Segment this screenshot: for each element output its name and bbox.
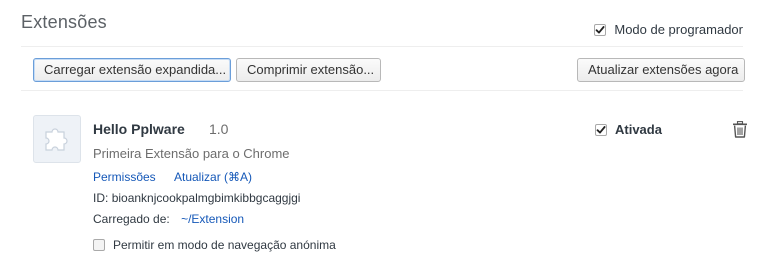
incognito-label: Permitir em modo de navegação anónima (113, 238, 336, 252)
developer-mode-toggle[interactable]: Modo de programador (594, 22, 743, 37)
developer-mode-label: Modo de programador (614, 22, 743, 37)
extension-id-value: bioanknjcookpalmgbimkibbgcaggjgi (111, 191, 301, 205)
permissions-link[interactable]: Permissões (93, 170, 156, 184)
toolbar-divider (21, 90, 743, 91)
extension-id: ID: bioanknjcookpalmgbimkibbgcaggjgi (93, 191, 300, 205)
loaded-from-path-link[interactable]: ~/Extension (181, 212, 244, 226)
update-extensions-button[interactable]: Atualizar extensões agora (577, 58, 745, 82)
enabled-label: Ativada (615, 122, 662, 137)
enabled-checkbox[interactable] (595, 123, 607, 136)
extension-description: Primeira Extensão para o Chrome (93, 146, 290, 161)
developer-mode-checkbox[interactable] (594, 23, 607, 36)
loaded-from: Carregado de: ~/Extension (93, 212, 244, 226)
enabled-toggle[interactable]: Ativada (595, 122, 662, 137)
extension-version: 1.0 (209, 121, 229, 137)
reload-link[interactable]: Atualizar (⌘A) (174, 170, 252, 184)
loaded-from-label: Carregado de: (93, 212, 170, 226)
header-divider (21, 46, 743, 47)
pack-extension-button[interactable]: Comprimir extensão... (236, 58, 381, 82)
puzzle-piece-icon (33, 115, 81, 163)
extension-name: Hello Pplware (93, 121, 185, 137)
checkmark-icon (595, 25, 605, 33)
page-title: Extensões (21, 12, 107, 32)
load-unpacked-button[interactable]: Carregar extensão expandida... (33, 58, 231, 82)
checkmark-icon (596, 125, 606, 133)
extension-id-label: ID: (93, 191, 109, 205)
incognito-toggle[interactable]: Permitir em modo de navegação anónima (93, 238, 336, 252)
trash-icon[interactable] (732, 121, 748, 138)
incognito-checkbox[interactable] (93, 239, 105, 251)
